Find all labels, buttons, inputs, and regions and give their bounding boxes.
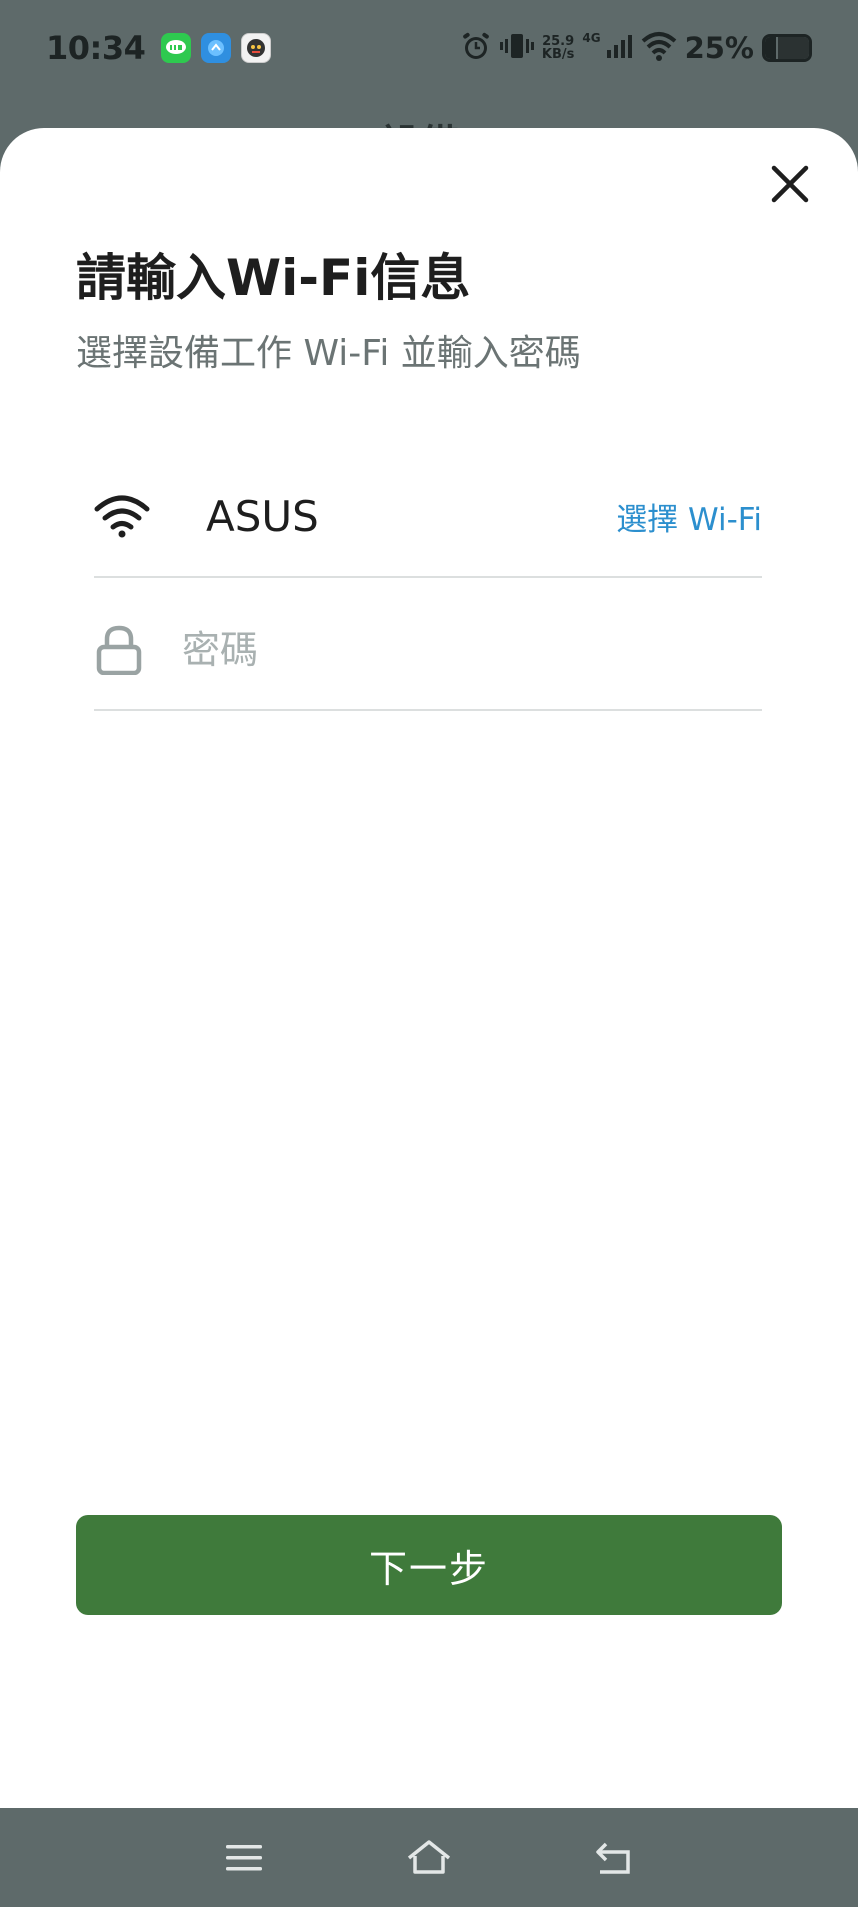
game-app-icon: [241, 33, 272, 63]
wifi-divider: [94, 576, 762, 578]
messenger-app-icon: [201, 33, 232, 63]
password-divider: [94, 709, 762, 711]
wifi-status-icon: [641, 31, 677, 65]
network-speed: 25.9 KB/s: [542, 35, 574, 61]
network-type: 4G: [582, 31, 601, 45]
password-input[interactable]: [182, 610, 762, 690]
back-icon: [596, 1842, 630, 1874]
signal-icon: [605, 32, 633, 64]
choose-wifi-link[interactable]: 選擇 Wi-Fi: [616, 494, 762, 539]
sheet-subtitle: 選擇設備工作 Wi-Fi 並輸入密碼: [76, 333, 581, 374]
next-step-button[interactable]: 下一步: [76, 1515, 782, 1615]
wifi-sheet: 請輸入Wi-Fi信息 選擇設備工作 Wi-Fi 並輸入密碼 ASUS 選擇 Wi…: [0, 128, 858, 1808]
battery-fill: [765, 37, 776, 59]
wifi-icon: [94, 492, 150, 540]
wifi-network-name: ASUS: [206, 491, 319, 541]
password-row: [94, 590, 762, 710]
back-button[interactable]: [589, 1833, 639, 1883]
status-right: 25.9 KB/s 4G 25%: [460, 30, 812, 66]
close-button[interactable]: [758, 152, 822, 216]
close-icon: [771, 165, 809, 203]
lock-icon: [94, 622, 144, 678]
status-bar: 10:34 25.9 KB/s 4G 25%: [0, 0, 858, 96]
navigation-bar: [0, 1808, 858, 1907]
battery-empty: [777, 37, 809, 59]
wifi-network-row[interactable]: ASUS 選擇 Wi-Fi: [94, 456, 762, 576]
speed-unit: KB/s: [541, 47, 575, 62]
menu-icon: [226, 1844, 262, 1870]
battery-percent: 25%: [684, 31, 754, 65]
sheet-title: 請輸入Wi-Fi信息: [76, 249, 471, 307]
menu-button[interactable]: [219, 1833, 269, 1883]
status-time: 10:34: [46, 29, 146, 67]
status-left: 10:34: [46, 29, 272, 67]
alarm-icon: [460, 30, 492, 66]
home-icon: [407, 1839, 451, 1874]
battery-icon: [762, 34, 812, 62]
home-button[interactable]: [404, 1833, 454, 1883]
line-app-icon: [161, 33, 192, 63]
vibrate-icon: [499, 30, 534, 66]
